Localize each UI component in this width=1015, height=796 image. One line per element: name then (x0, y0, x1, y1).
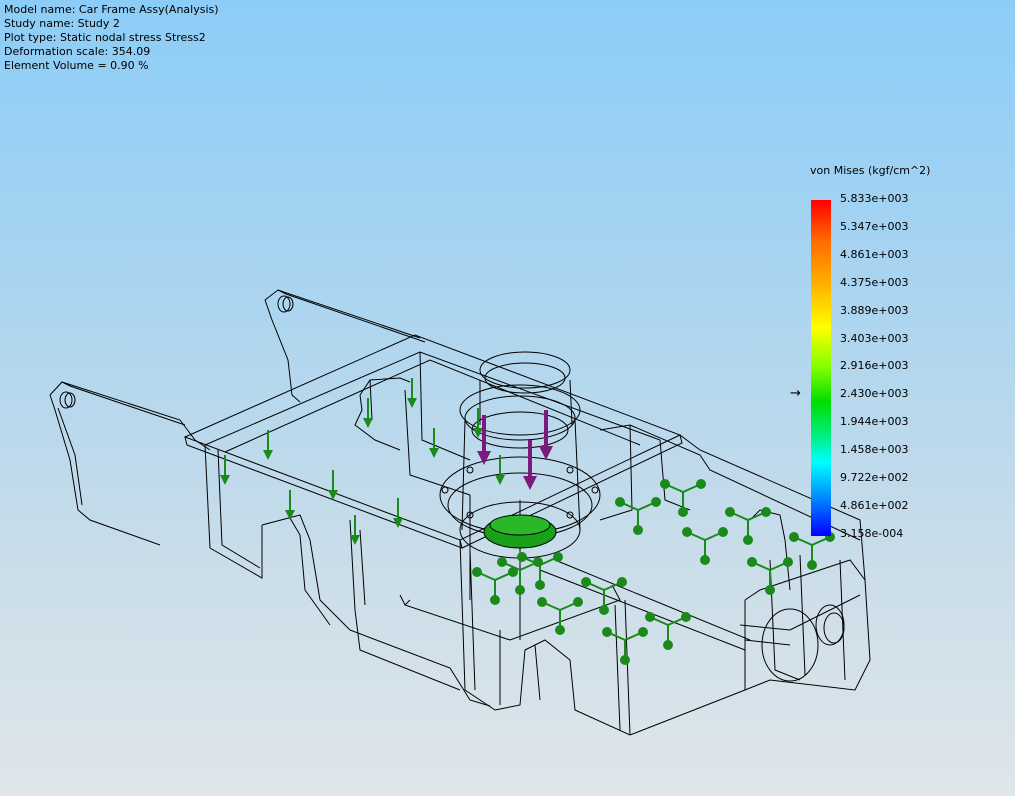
fixture-cone (617, 577, 627, 587)
fixture-cone (645, 612, 655, 622)
legend-value-label: 2.430e+003 (840, 387, 909, 401)
fixture-cone (537, 597, 547, 607)
legend-value-label: 4.861e+002 (840, 498, 909, 512)
legend-value-label: 1.458e+003 (840, 443, 909, 457)
fixture-cone (555, 625, 565, 635)
legend-value-label: 2.916e+003 (840, 359, 909, 373)
study-info-panel: Model name: Car Frame Assy(Analysis) Stu… (4, 3, 219, 73)
fixture-cone (789, 532, 799, 542)
fixture-cone (553, 552, 563, 562)
plot-type-label: Plot type: Static nodal stress Stress2 (4, 31, 206, 44)
fixture-cone (765, 585, 775, 595)
legend-value-label: 3.889e+003 (840, 303, 909, 317)
fixture-cone (682, 527, 692, 537)
force-arrow-head (220, 475, 230, 485)
legend-pointer-arrow-icon[interactable]: → (790, 387, 801, 400)
fixture-cone (533, 557, 543, 567)
fixture-cone (620, 655, 630, 665)
fixture-cone (660, 479, 670, 489)
legend-value-label: 4.861e+003 (840, 247, 909, 261)
legend-value-label: 5.347e+003 (840, 219, 909, 233)
fixture-cone (638, 627, 648, 637)
fixture-cone (761, 507, 771, 517)
fixture-cone (573, 597, 583, 607)
fixture-cone (602, 627, 612, 637)
element-volume-label: Element Volume = 0.90 % (4, 59, 149, 72)
fixture-cone (515, 585, 525, 595)
fixture-cone (633, 525, 643, 535)
fixture-cone (696, 479, 706, 489)
fixture-cone (783, 557, 793, 567)
legend-value-label: 4.375e+003 (840, 275, 909, 289)
stress-ring (483, 514, 557, 549)
deformation-scale-label: Deformation scale: 354.09 (4, 45, 151, 58)
fixture-markers (472, 479, 835, 665)
model-name-label: Model name: Car Frame Assy(Analysis) (4, 3, 219, 16)
force-arrow-head (363, 418, 373, 428)
fixture-cone (599, 605, 609, 615)
fixture-cone (807, 560, 817, 570)
fixture-cone (497, 557, 507, 567)
legend-value-label: 3.403e+003 (840, 331, 909, 345)
fixture-cone (743, 535, 753, 545)
fixture-cone (747, 557, 757, 567)
force-arrow-head (407, 398, 417, 408)
force-arrow-head (495, 475, 505, 485)
study-name-label: Study name: Study 2 (4, 17, 120, 30)
legend-value-label: 3.158e-004 (840, 526, 904, 540)
fixture-cone (517, 552, 527, 562)
fixture-cone (615, 497, 625, 507)
force-arrow-head (429, 448, 439, 458)
pressure-arrow-head (477, 451, 491, 465)
color-scale-bar (811, 200, 831, 536)
fixture-cone (725, 507, 735, 517)
fixture-cone (663, 640, 673, 650)
pressure-arrow-head (523, 476, 537, 490)
legend-title: von Mises (kgf/cm^2) (810, 164, 931, 177)
fixture-cone (651, 497, 661, 507)
legend-value-label: 9.722e+002 (840, 471, 909, 484)
fixture-cone (535, 580, 545, 590)
fixture-cone (681, 612, 691, 622)
car-frame-wireframe (49, 289, 871, 736)
fixture-cone (678, 507, 688, 517)
fixture-cone (581, 577, 591, 587)
fixture-cone (490, 595, 500, 605)
legend-value-label: 5.833e+003 (840, 192, 909, 205)
fixture-cone (700, 555, 710, 565)
fixture-cone (718, 527, 728, 537)
force-arrow-head (263, 450, 273, 460)
fixture-cone (472, 567, 482, 577)
legend-value-label: 1.944e+003 (840, 415, 909, 429)
